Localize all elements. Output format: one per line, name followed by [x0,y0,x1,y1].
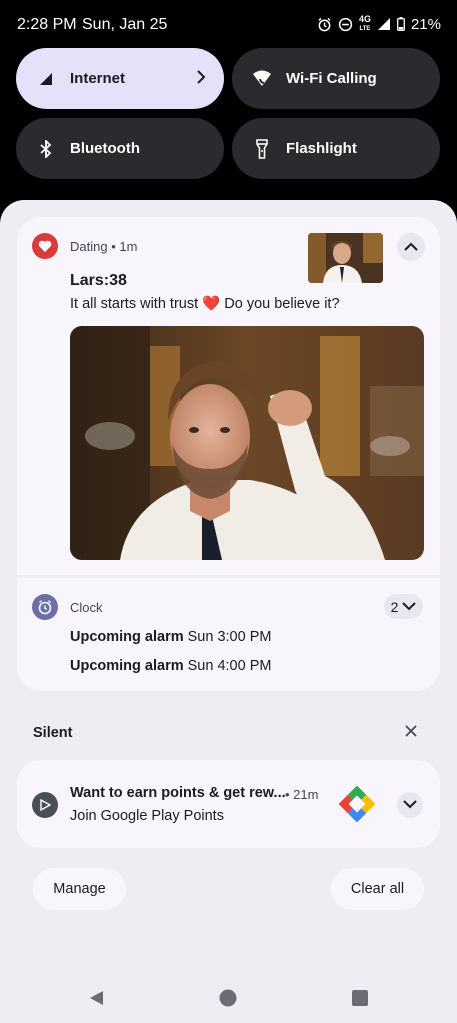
status-time: 2:28 PM [17,16,77,33]
battery-icon [397,17,405,31]
alarm-icon [317,17,332,32]
chevron-down-icon [403,796,417,814]
wifi-calling-icon [252,69,272,89]
dating-notification[interactable]: Dating • 1m Lars:38 It all starts with t… [17,217,440,575]
notification-body: Join Google Play Points [70,808,224,824]
notification-image [70,326,424,560]
home-icon[interactable] [219,989,237,1012]
heart-emoji: ❤️ [202,296,221,312]
notification-body: It all starts with trust ❤️ Do you belie… [70,296,340,312]
tile-label: Wi-Fi Calling [286,70,377,87]
bluetooth-icon [36,139,56,159]
notification-title: Want to earn points & get rew... [70,785,286,801]
chevron-down-icon [402,598,417,616]
dating-app-icon [32,233,58,259]
chevron-up-icon [404,238,418,256]
clock-notification[interactable]: Clock 2 Upcoming alarm Sun 3:00 PM Upcom… [17,578,440,691]
alarm-row: Upcoming alarm Sun 4:00 PM [70,658,272,674]
tile-wifi-calling[interactable]: Wi-Fi Calling [232,48,440,109]
expand-button[interactable] [397,792,423,818]
play-store-app-icon [32,792,58,818]
clock-app-icon [32,594,58,620]
notification-app-time: Dating • 1m [70,239,138,254]
notification-title: Lars:38 [70,272,127,289]
chevron-right-icon [196,69,206,89]
tile-label: Flashlight [286,140,357,157]
collapse-button[interactable] [397,233,425,261]
play-points-logo-icon [338,785,376,828]
status-icons: 4G LTE 21% [317,15,441,33]
alarm-row: Upcoming alarm Sun 3:00 PM [70,629,272,645]
manage-button[interactable]: Manage [33,868,126,910]
network-type: 4G LTE [358,14,371,33]
notification-count: 2 [390,598,399,615]
signal-icon [377,17,391,31]
expand-button[interactable]: 2 [384,594,423,619]
tile-label: Internet [70,70,126,87]
sender-thumbnail [308,233,383,283]
tile-bluetooth[interactable]: Bluetooth [16,118,224,179]
flashlight-icon [252,138,272,159]
close-icon [405,724,417,742]
clear-all-button[interactable]: Clear all [331,868,424,910]
tile-label: Bluetooth [70,140,140,157]
battery-percent: 21% [410,15,441,33]
signal-icon [36,69,56,89]
status-bar: 2:28 PM Sun, Jan 25 4G LTE 21% [0,0,457,48]
back-icon[interactable] [87,989,105,1012]
navigation-bar [0,975,457,1023]
recents-icon[interactable] [352,990,368,1011]
play-points-notification[interactable]: Want to earn points & get rew... • 21m J… [17,760,440,848]
tile-flashlight[interactable]: Flashlight [232,118,440,179]
notification-time: • 21m [285,787,319,802]
tile-internet[interactable]: Internet [16,48,224,109]
silent-section-label: Silent [33,725,73,741]
dismiss-silent-button[interactable] [400,722,422,744]
dnd-icon [338,17,353,32]
notification-app-name: Clock [70,600,103,615]
status-date: Sun, Jan 25 [82,16,168,33]
